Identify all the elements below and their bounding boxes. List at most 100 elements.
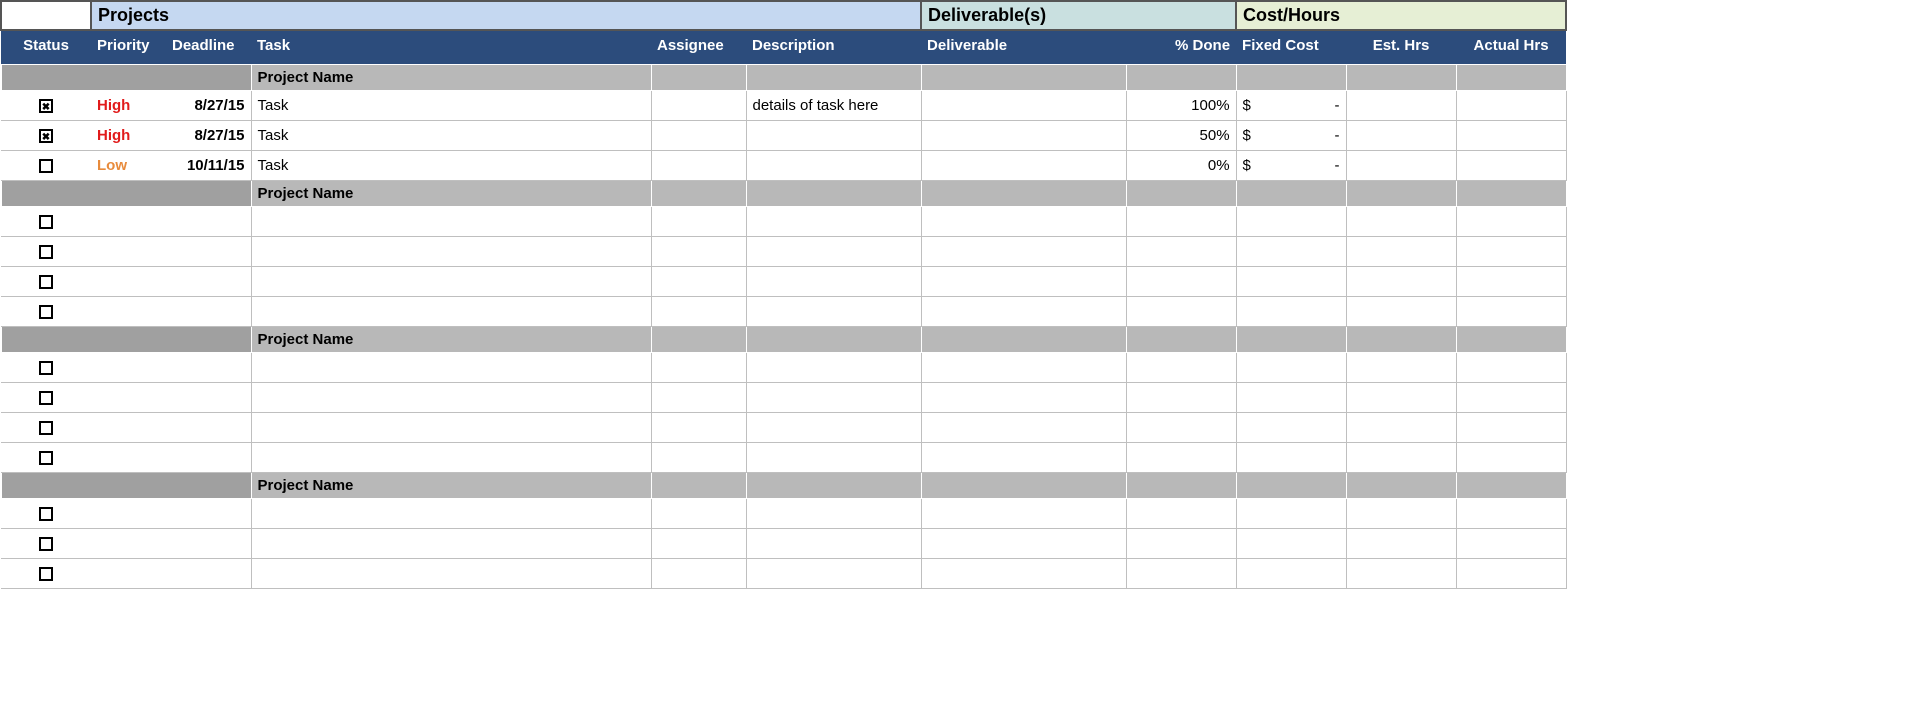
status-cell[interactable] — [1, 353, 91, 383]
acthrs-cell[interactable] — [1456, 237, 1566, 267]
deadline-cell[interactable] — [166, 559, 251, 589]
status-checkbox-icon[interactable] — [39, 391, 53, 405]
assignee-cell[interactable] — [651, 297, 746, 327]
task-row[interactable]: Low10/11/15Task0%$- — [1, 151, 1566, 181]
task-cell[interactable]: Task — [251, 151, 651, 181]
assignee-cell[interactable] — [651, 413, 746, 443]
description-cell[interactable] — [746, 121, 921, 151]
acthrs-cell[interactable] — [1456, 297, 1566, 327]
priority-cell[interactable] — [91, 499, 166, 529]
esthrs-cell[interactable] — [1346, 121, 1456, 151]
acthrs-cell[interactable] — [1456, 383, 1566, 413]
status-cell[interactable] — [1, 237, 91, 267]
task-cell[interactable] — [251, 297, 651, 327]
deliverable-cell[interactable] — [921, 91, 1126, 121]
esthrs-cell[interactable] — [1346, 443, 1456, 473]
fixedcost-cell[interactable] — [1236, 499, 1346, 529]
task-row[interactable] — [1, 207, 1566, 237]
esthrs-cell[interactable] — [1346, 91, 1456, 121]
fixedcost-cell[interactable] — [1236, 413, 1346, 443]
project-tracker-table[interactable]: Projects Deliverable(s) Cost/Hours Statu… — [0, 0, 1567, 589]
status-checkbox-icon[interactable] — [39, 215, 53, 229]
pctdone-cell[interactable] — [1126, 353, 1236, 383]
pctdone-cell[interactable] — [1126, 413, 1236, 443]
fixedcost-cell[interactable] — [1236, 529, 1346, 559]
status-checkbox-icon[interactable] — [39, 507, 53, 521]
status-checkbox-icon[interactable] — [39, 361, 53, 375]
task-cell[interactable]: Task — [251, 121, 651, 151]
esthrs-cell[interactable] — [1346, 383, 1456, 413]
assignee-cell[interactable] — [651, 443, 746, 473]
task-cell[interactable] — [251, 559, 651, 589]
status-checkbox-icon[interactable] — [39, 275, 53, 289]
assignee-cell[interactable] — [651, 207, 746, 237]
deliverable-cell[interactable] — [921, 207, 1126, 237]
deliverable-cell[interactable] — [921, 413, 1126, 443]
description-cell[interactable] — [746, 297, 921, 327]
pctdone-cell[interactable]: 0% — [1126, 151, 1236, 181]
priority-cell[interactable] — [91, 207, 166, 237]
fixedcost-cell[interactable] — [1236, 237, 1346, 267]
priority-cell[interactable] — [91, 237, 166, 267]
description-cell[interactable] — [746, 499, 921, 529]
deadline-cell[interactable] — [166, 207, 251, 237]
task-cell[interactable] — [251, 443, 651, 473]
acthrs-cell[interactable] — [1456, 121, 1566, 151]
status-checkbox-icon[interactable] — [39, 129, 53, 143]
status-checkbox-icon[interactable] — [39, 421, 53, 435]
task-cell[interactable] — [251, 237, 651, 267]
deliverable-cell[interactable] — [921, 559, 1126, 589]
acthrs-cell[interactable] — [1456, 413, 1566, 443]
status-checkbox-icon[interactable] — [39, 537, 53, 551]
deliverable-cell[interactable] — [921, 121, 1126, 151]
pctdone-cell[interactable] — [1126, 529, 1236, 559]
deliverable-cell[interactable] — [921, 529, 1126, 559]
status-checkbox-icon[interactable] — [39, 245, 53, 259]
task-cell[interactable] — [251, 383, 651, 413]
pctdone-cell[interactable] — [1126, 559, 1236, 589]
acthrs-cell[interactable] — [1456, 151, 1566, 181]
assignee-cell[interactable] — [651, 121, 746, 151]
status-cell[interactable] — [1, 121, 91, 151]
task-cell[interactable]: Task — [251, 91, 651, 121]
deadline-cell[interactable] — [166, 413, 251, 443]
fixedcost-cell[interactable] — [1236, 443, 1346, 473]
acthrs-cell[interactable] — [1456, 267, 1566, 297]
task-cell[interactable] — [251, 207, 651, 237]
task-cell[interactable] — [251, 529, 651, 559]
pctdone-cell[interactable] — [1126, 443, 1236, 473]
assignee-cell[interactable] — [651, 499, 746, 529]
pctdone-cell[interactable] — [1126, 207, 1236, 237]
fixedcost-cell[interactable]: $- — [1236, 151, 1346, 181]
acthrs-cell[interactable] — [1456, 529, 1566, 559]
acthrs-cell[interactable] — [1456, 499, 1566, 529]
acthrs-cell[interactable] — [1456, 559, 1566, 589]
task-row[interactable]: High8/27/15Task50%$- — [1, 121, 1566, 151]
fixedcost-cell[interactable]: $- — [1236, 91, 1346, 121]
assignee-cell[interactable] — [651, 151, 746, 181]
status-cell[interactable] — [1, 207, 91, 237]
status-checkbox-icon[interactable] — [39, 159, 53, 173]
fixedcost-cell[interactable] — [1236, 383, 1346, 413]
acthrs-cell[interactable] — [1456, 443, 1566, 473]
priority-cell[interactable] — [91, 383, 166, 413]
assignee-cell[interactable] — [651, 529, 746, 559]
esthrs-cell[interactable] — [1346, 151, 1456, 181]
deliverable-cell[interactable] — [921, 267, 1126, 297]
status-checkbox-icon[interactable] — [39, 451, 53, 465]
status-cell[interactable] — [1, 297, 91, 327]
deliverable-cell[interactable] — [921, 383, 1126, 413]
pctdone-cell[interactable] — [1126, 237, 1236, 267]
acthrs-cell[interactable] — [1456, 91, 1566, 121]
task-row[interactable]: High8/27/15Taskdetails of task here100%$… — [1, 91, 1566, 121]
task-row[interactable] — [1, 297, 1566, 327]
description-cell[interactable] — [746, 443, 921, 473]
priority-cell[interactable] — [91, 413, 166, 443]
description-cell[interactable] — [746, 267, 921, 297]
deadline-cell[interactable]: 8/27/15 — [166, 91, 251, 121]
pctdone-cell[interactable]: 100% — [1126, 91, 1236, 121]
pctdone-cell[interactable] — [1126, 297, 1236, 327]
task-cell[interactable] — [251, 499, 651, 529]
task-row[interactable] — [1, 443, 1566, 473]
task-row[interactable] — [1, 353, 1566, 383]
